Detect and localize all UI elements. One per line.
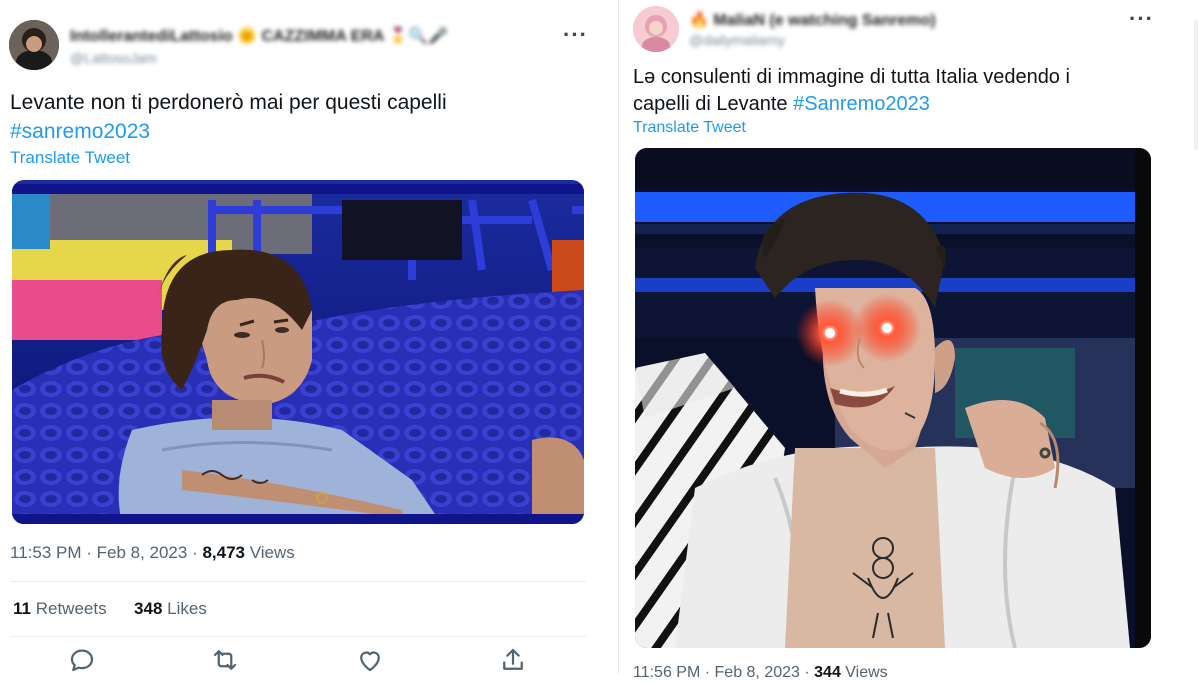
tweet-text-line2: capelli di Levante [633, 93, 794, 115]
timestamp-text[interactable]: 11:56 PM · Feb 8, 2023 · [633, 664, 814, 681]
author-name[interactable]: 🔥 MaliaN (e watching Sanremo) [689, 10, 936, 30]
tweet-timestamp[interactable]: 11:53 PM · Feb 8, 2023 · 8,473 Views [10, 543, 295, 563]
likes-label: Likes [162, 599, 207, 618]
like-icon[interactable] [355, 645, 385, 675]
tweet-timestamp[interactable]: 11:56 PM · Feb 8, 2023 · 344 Views [633, 664, 888, 682]
tweet-photo [635, 148, 1151, 648]
tweet-photo [12, 180, 584, 524]
avatar-photo [633, 6, 679, 52]
retweets-label: Retweets [30, 599, 107, 618]
views-label: Views [840, 664, 888, 681]
retweets-stat[interactable]: 11 Retweets [13, 599, 107, 618]
author-handle[interactable]: @LattosoJam [70, 50, 157, 66]
author-handle[interactable]: @dailymaliarny [689, 32, 785, 48]
avatar[interactable] [633, 6, 679, 52]
tweet-text-line1: Lə consulenti di immagine di tutta Itali… [633, 66, 1070, 88]
author-name[interactable]: IntollerantediLattosio 🌞 CAZZIMMA ERA 🎖️… [70, 26, 448, 46]
likes-stat[interactable]: 348 Likes [134, 599, 207, 618]
share-icon[interactable] [498, 645, 528, 675]
retweet-icon[interactable] [210, 645, 240, 675]
retweets-count: 11 [13, 599, 31, 618]
tweet-image[interactable] [12, 180, 584, 524]
reply-icon[interactable] [67, 645, 97, 675]
hashtag-link[interactable]: #Sanremo2023 [793, 93, 930, 115]
tweet-left: IntollerantediLattosio 🌞 CAZZIMMA ERA 🎖️… [0, 0, 600, 674]
tweet-text-plain: Levante non ti perdonerò mai per questi … [10, 91, 447, 114]
views-count: 8,473 [202, 543, 246, 562]
translate-tweet-link[interactable]: Translate Tweet [633, 119, 746, 137]
tweet-right: 🔥 MaliaN (e watching Sanremo) @dailymali… [618, 0, 1168, 681]
more-options-icon[interactable]: ··· [563, 22, 588, 48]
tweet-text: Lə consulenti di immagine di tutta Itali… [633, 64, 1163, 118]
tweet-text: Levante non ti perdonerò mai per questi … [10, 88, 580, 146]
translate-tweet-link[interactable]: Translate Tweet [10, 148, 130, 168]
more-options-icon[interactable]: ··· [1129, 6, 1154, 32]
tweet-image[interactable] [635, 148, 1151, 648]
views-count: 344 [814, 664, 841, 681]
avatar[interactable] [9, 20, 59, 70]
divider [10, 636, 586, 637]
timestamp-text[interactable]: 11:53 PM · Feb 8, 2023 · [10, 543, 202, 562]
avatar-photo [9, 20, 59, 70]
hashtag-link[interactable]: #sanremo2023 [10, 120, 150, 143]
engagement-stats: 11 Retweets 348 Likes [13, 599, 207, 619]
likes-count: 348 [134, 599, 163, 618]
views-label: Views [245, 543, 295, 562]
divider [10, 581, 586, 582]
scrollbar[interactable] [1166, 0, 1200, 674]
scrollbar-thumb[interactable] [1194, 20, 1198, 150]
